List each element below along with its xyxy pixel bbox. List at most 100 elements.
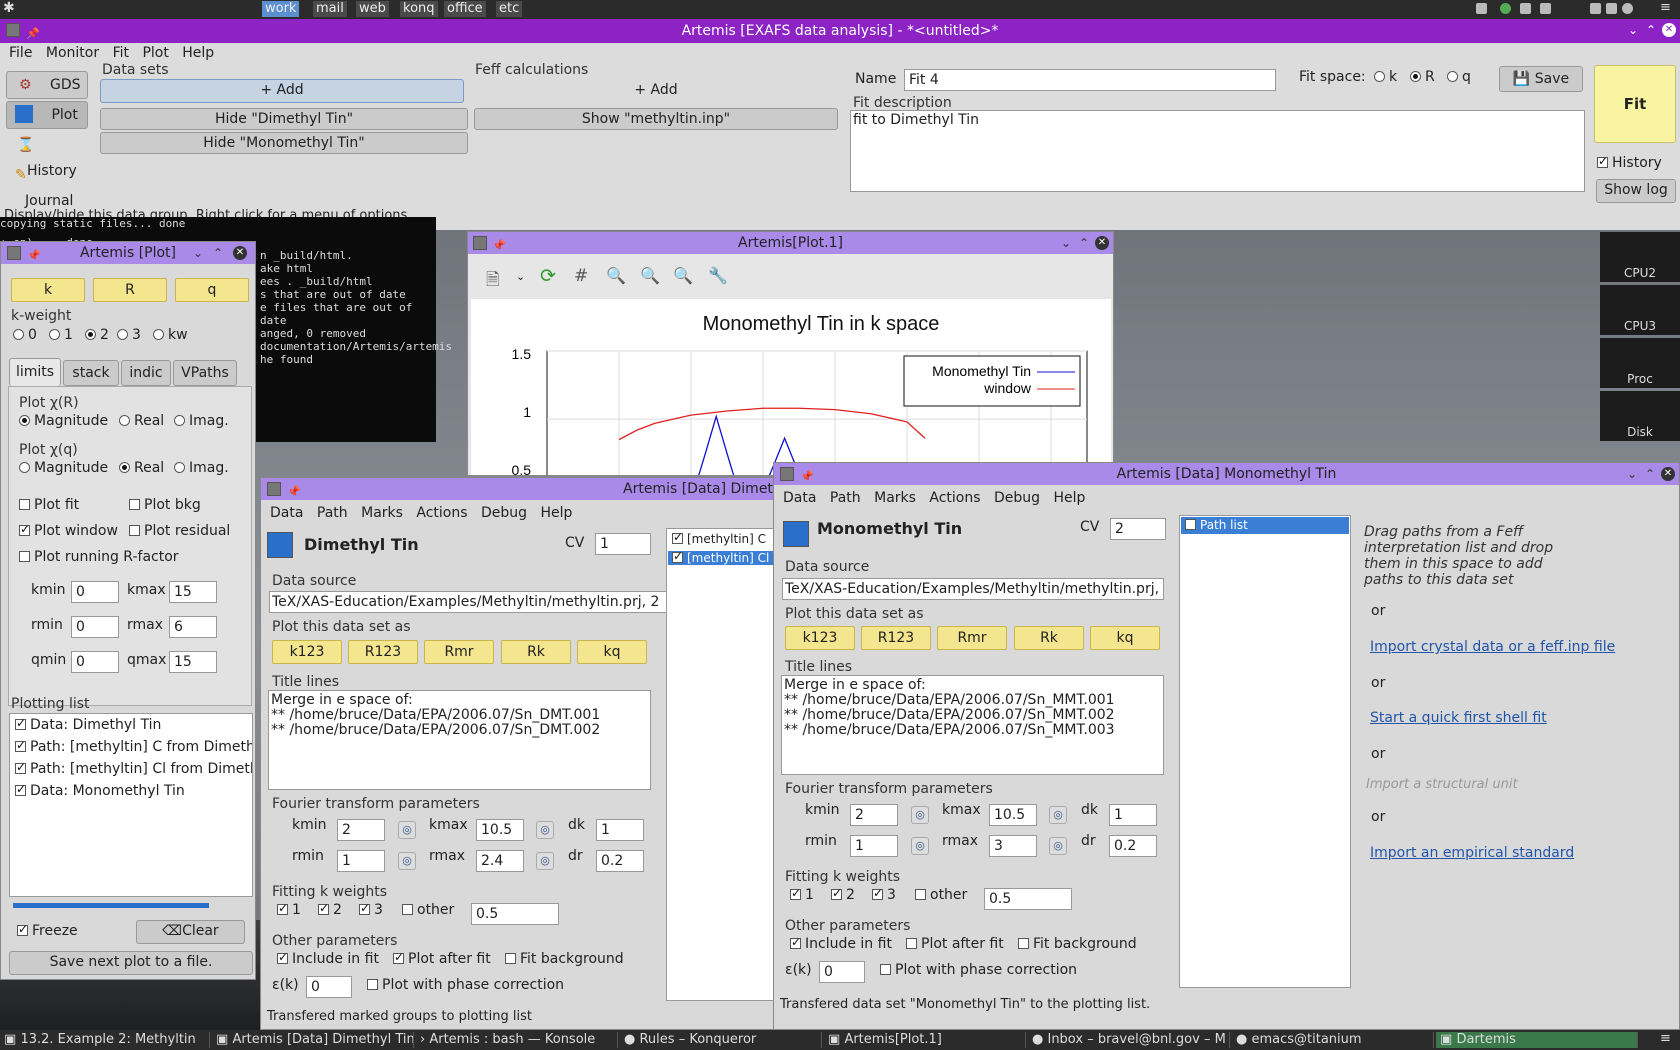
other-kw-checkbox[interactable]: other — [402, 902, 454, 918]
fit-description-input[interactable]: fit to Dimethyl Tin — [850, 110, 1585, 192]
kmax-input[interactable]: 10.5 — [476, 819, 524, 841]
path-list-header[interactable]: Path list — [1181, 517, 1349, 534]
plot-k123-button[interactable]: k123 — [272, 640, 342, 664]
menu-help[interactable]: Help — [182, 45, 214, 61]
chiq-imag[interactable]: Imag. — [174, 460, 229, 476]
task-example[interactable]: ▣ 13.2. Example 2: Methyltin — [0, 1032, 210, 1048]
show-feff-button[interactable]: Show "methyltin.inp" — [474, 108, 838, 130]
kw1-checkbox[interactable]: 1 — [277, 901, 301, 918]
menu-debug[interactable]: Debug — [481, 505, 527, 521]
sidebar-plot[interactable]: Plot — [6, 101, 88, 129]
maximize-icon[interactable]: ⌃ — [1643, 467, 1657, 481]
maximize-icon[interactable]: ⌃ — [1077, 236, 1091, 250]
kw2-checkbox[interactable]: 2 — [318, 901, 342, 918]
list-item[interactable]: Data: Dimethyl Tin — [15, 716, 161, 733]
kweight-2[interactable]: 2 — [85, 327, 109, 343]
plot-data-icon[interactable] — [267, 532, 293, 558]
chir-magnitude[interactable]: Magnitude — [19, 413, 108, 429]
menu-data[interactable]: Data — [783, 490, 816, 506]
kweight-kw[interactable]: kw — [153, 327, 188, 343]
plot-rmr-button[interactable]: Rmr — [937, 626, 1007, 650]
list-item[interactable]: Path: [methyltin] C from Dimeth — [15, 738, 252, 755]
minimize-icon[interactable]: ⌄ — [1625, 467, 1639, 481]
refresh-icon[interactable]: ⟳ — [540, 265, 556, 287]
kw2-checkbox[interactable]: 2 — [831, 886, 855, 903]
zoom-out-icon[interactable]: 🔍 — [606, 266, 626, 285]
power-icon[interactable] — [1622, 3, 1633, 14]
plot-r123-button[interactable]: R123 — [348, 640, 418, 664]
panel-menu-icon[interactable]: ≡ — [1660, 0, 1671, 15]
grid-icon[interactable]: # — [574, 266, 588, 286]
plot-running-rfactor-checkbox[interactable]: Plot running R-factor — [19, 549, 179, 565]
qmax-input[interactable]: 15 — [169, 651, 217, 673]
chevron-down-icon[interactable]: ⌄ — [516, 270, 525, 283]
tab-limits[interactable]: limits — [9, 358, 61, 386]
task-dimethyl[interactable]: ▣ Artemis [Data] Dimethyl Tin — [212, 1032, 414, 1048]
menu-help[interactable]: Help — [540, 505, 572, 521]
kweight-1[interactable]: 1 — [49, 327, 73, 343]
plot-fit-checkbox[interactable]: Plot fit — [19, 497, 79, 513]
kmin-pluck-icon[interactable]: ◎ — [911, 806, 929, 824]
minimize-icon[interactable]: ⌄ — [1626, 23, 1640, 37]
plotting-list[interactable]: Data: Dimethyl Tin Path: [methyltin] C f… — [9, 713, 253, 897]
freeze-checkbox[interactable]: Freeze — [17, 922, 78, 939]
chir-real[interactable]: Real — [119, 413, 164, 429]
dr-input[interactable]: 0.2 — [1109, 835, 1157, 857]
display-icon[interactable] — [1540, 3, 1551, 14]
maximize-icon[interactable]: ⌃ — [211, 246, 225, 260]
plot-rk-button[interactable]: Rk — [501, 640, 571, 664]
clear-button[interactable]: ⌫Clear — [136, 920, 245, 944]
pin-icon[interactable]: 📌 — [800, 466, 814, 488]
plot-kq-button[interactable]: kq — [577, 640, 647, 664]
plot-r123-button[interactable]: R123 — [861, 626, 931, 650]
import-empirical-link[interactable]: Import an empirical standard — [1370, 845, 1574, 861]
kmax-input[interactable]: 10.5 — [989, 804, 1037, 826]
ek-input[interactable]: 0 — [819, 961, 865, 983]
sidebar-history[interactable]: ⌛ History — [6, 131, 88, 179]
desktop-work[interactable]: work — [262, 1, 300, 17]
tab-vpaths[interactable]: VPaths — [173, 360, 237, 386]
pin-icon[interactable]: 📌 — [26, 22, 40, 46]
kweight-0[interactable]: 0 — [13, 327, 37, 343]
include-in-fit-checkbox[interactable]: Include in fit — [790, 935, 892, 952]
rmin-input[interactable]: 0 — [71, 616, 119, 638]
plot-rk-button[interactable]: Rk — [1014, 626, 1084, 650]
data-source-input[interactable]: TeX/XAS-Education/Examples/Methyltin/met… — [782, 578, 1164, 600]
import-crystal-link[interactable]: Import crystal data or a feff.inp file — [1370, 639, 1615, 655]
kmin-pluck-icon[interactable]: ◎ — [398, 821, 416, 839]
task-dartemis[interactable]: ▣ Dartemis — [1436, 1032, 1638, 1048]
phase-correction-checkbox[interactable]: Plot with phase correction — [880, 962, 1077, 978]
list-item[interactable]: Data: Monomethyl Tin — [15, 782, 185, 799]
task-plot[interactable]: ▣ Artemis[Plot.1] — [824, 1032, 1026, 1048]
menu-fit[interactable]: Fit — [113, 45, 129, 61]
pin-icon[interactable]: 📌 — [492, 235, 506, 257]
fit-space-r[interactable]: R — [1410, 69, 1435, 85]
close-icon[interactable]: ✕ — [233, 246, 247, 260]
plot-k-button[interactable]: k — [11, 278, 85, 302]
plot-window-checkbox[interactable]: Plot window — [19, 522, 118, 539]
lock-icon[interactable] — [1590, 3, 1601, 14]
menu-actions[interactable]: Actions — [416, 505, 467, 521]
kmax-input[interactable]: 15 — [169, 581, 217, 603]
kw3-checkbox[interactable]: 3 — [359, 901, 383, 918]
export-icon[interactable]: 🗎 — [486, 267, 500, 296]
tab-stack[interactable]: stack — [63, 360, 119, 386]
desktop-etc[interactable]: etc — [496, 1, 523, 17]
show-log-button[interactable]: Show log — [1596, 179, 1676, 203]
plot-data-icon[interactable] — [783, 521, 809, 547]
menu-data[interactable]: Data — [270, 505, 303, 521]
kmax-pluck-icon[interactable]: ◎ — [1049, 806, 1067, 824]
other-kw-input[interactable]: 0.5 — [984, 888, 1072, 910]
desktop-mail[interactable]: mail — [313, 1, 347, 17]
kw1-checkbox[interactable]: 1 — [790, 886, 814, 903]
history-checkbox[interactable]: History — [1597, 154, 1662, 171]
dk-input[interactable]: 1 — [596, 819, 644, 841]
rmin-pluck-icon[interactable]: ◎ — [911, 837, 929, 855]
hide-dimethyl-button[interactable]: Hide "Dimethyl Tin" — [100, 108, 468, 130]
plot-rmr-button[interactable]: Rmr — [424, 640, 494, 664]
title-lines-text[interactable]: Merge in e space of: ** /home/bruce/Data… — [781, 675, 1164, 775]
plot-r-button[interactable]: R — [93, 278, 167, 302]
quick-shell-fit-link[interactable]: Start a quick first shell fit — [1370, 710, 1547, 726]
battery-icon[interactable] — [1606, 3, 1617, 14]
menu-marks[interactable]: Marks — [874, 490, 916, 506]
